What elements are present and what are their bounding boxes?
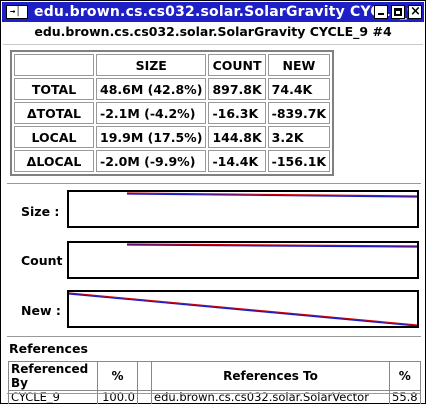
new-plot — [67, 290, 419, 328]
title-bar[interactable]: →│ edu.brown.cs.cs032.solar.SolarGravity… — [2, 2, 424, 22]
page-title: edu.brown.cs.cs032.solar.SolarGravity CY… — [34, 24, 392, 39]
size-value: 19.9M (17.5%) — [96, 126, 207, 148]
column-header-references-to[interactable]: References To — [151, 361, 390, 391]
column-header-size: SIZE — [96, 54, 207, 76]
row-label: TOTAL — [14, 78, 94, 100]
row-label: LOCAL — [14, 126, 94, 148]
row-label: ΔTOTAL — [14, 102, 94, 124]
count-plot-graph — [126, 243, 417, 248]
new-value: 3.2K — [267, 126, 331, 148]
close-button[interactable]: × — [408, 4, 422, 19]
column-header-percent[interactable]: % — [389, 361, 421, 391]
references-table: Referenced By % References To % CYCLE_9 … — [8, 361, 421, 404]
references-title: References — [9, 341, 88, 356]
size-value: 48.6M (42.8%) — [96, 78, 207, 100]
column-header-new: NEW — [267, 54, 331, 76]
column-header-referenced-by[interactable]: Referenced By — [8, 361, 98, 391]
stats-table: SIZE COUNT NEW TOTAL 48.6M (42.8%) 897.8… — [10, 50, 335, 176]
stats-row-delta-total: ΔTOTAL -2.1M (-4.2%) -16.3K -839.7K — [14, 102, 331, 124]
minimize-button[interactable] — [374, 5, 388, 19]
new-plot-label: New : — [21, 303, 61, 318]
size-plot-graph — [126, 192, 417, 198]
size-value: -2.0M (-9.9%) — [96, 150, 207, 172]
stats-row-total: TOTAL 48.6M (42.8%) 897.8K 74.4K — [14, 78, 331, 100]
stats-row-delta-local: ΔLOCAL -2.0M (-9.9%) -14.4K -156.1K — [14, 150, 331, 172]
size-value: -2.1M (-4.2%) — [96, 102, 207, 124]
stats-header-row: SIZE COUNT NEW — [14, 54, 331, 76]
window-title: edu.brown.cs.cs032.solar.SolarGravity CY… — [34, 4, 417, 20]
window-menu-glyph: →│ — [10, 7, 21, 17]
size-plot — [67, 190, 419, 228]
close-icon: × — [410, 4, 421, 19]
count-value: -14.4K — [208, 150, 266, 172]
app-window: →│ edu.brown.cs.cs032.solar.SolarGravity… — [0, 0, 426, 404]
divider — [3, 44, 423, 45]
window-menu-icon[interactable]: →│ — [6, 5, 28, 19]
new-value: 74.4K — [267, 78, 331, 100]
maximize-button[interactable] — [391, 5, 405, 19]
divider — [7, 336, 421, 337]
references-header-row: Referenced By % References To % — [8, 361, 421, 391]
stats-corner-cell — [14, 54, 94, 76]
new-value: -156.1K — [267, 150, 331, 172]
column-header-percent[interactable]: % — [97, 361, 138, 391]
new-trend-red — [69, 292, 417, 326]
row-label: ΔLOCAL — [14, 150, 94, 172]
divider — [7, 393, 421, 394]
column-header-spacer — [137, 361, 152, 391]
size-plot-label: Size : — [21, 204, 60, 219]
count-value: 897.8K — [208, 78, 266, 100]
column-header-count: COUNT — [208, 54, 266, 76]
count-plot — [67, 241, 419, 279]
divider — [7, 183, 421, 184]
new-value: -839.7K — [267, 102, 331, 124]
count-value: -16.3K — [208, 102, 266, 124]
count-plot-label: Count : — [21, 253, 72, 268]
count-value: 144.8K — [208, 126, 266, 148]
new-plot-graph — [69, 292, 417, 326]
new-trend-blue — [69, 293, 417, 326]
stats-row-local: LOCAL 19.9M (17.5%) 144.8K 3.2K — [14, 126, 331, 148]
